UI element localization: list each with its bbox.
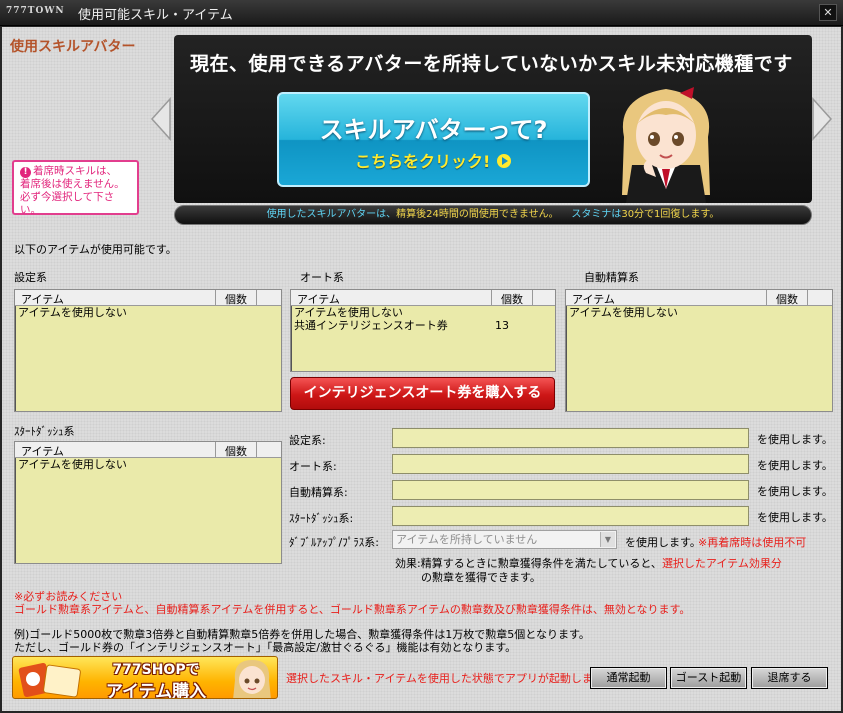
double-up-label: ﾀﾞﾌﾞﾙｱｯﾌﾟ/ﾌﾟﾗｽ系:	[289, 536, 379, 549]
settei-group-label: 設定系	[14, 271, 47, 284]
close-button[interactable]: ✕	[819, 4, 837, 21]
play-icon	[496, 154, 511, 168]
click-here-label: こちらをクリック!	[355, 152, 491, 171]
dash-selected-field[interactable]	[392, 506, 749, 526]
settei-selected-field[interactable]	[392, 428, 749, 448]
app-logo: 777TOWN	[6, 6, 65, 16]
item-count: 13	[495, 319, 509, 332]
list-item[interactable]: 共通インテリジェンスオート券 13	[291, 319, 555, 332]
list-item[interactable]: アイテムを使用しない	[15, 306, 281, 319]
item-name: アイテムを使用しない	[18, 306, 127, 319]
launch-message: 選択したスキル・アイテムを使用した状態でアプリが起動します。	[286, 672, 614, 685]
dash-field-suffix: を使用します。	[757, 511, 833, 524]
list-header: アイテム 個数	[566, 290, 832, 306]
double-up-selected-value: アイテムを所持していません	[396, 533, 538, 546]
window-title: 使用可能スキル・アイテム	[78, 8, 233, 23]
jido-item-list[interactable]: アイテム 個数 アイテムを使用しない	[565, 289, 833, 412]
settei-field-label: 設定系:	[289, 434, 326, 447]
no-avatar-message: 現在、使用できるアバターを所持していないかスキル未対応機種です	[190, 53, 793, 75]
read-notice-body: ゴールド勲章系アイテムと、自動精算系アイテムを併用すると、ゴールド勲章系アイテム…	[14, 603, 691, 616]
normal-launch-button[interactable]: 通常起動	[590, 667, 667, 689]
column-item-header: アイテム	[572, 293, 615, 306]
mascot-avatar-image	[622, 87, 710, 203]
usable-items-title: 以下のアイテムが使用可能です。	[14, 243, 177, 256]
info-text-2: 精算後24時間の間使用できません。	[396, 209, 559, 220]
item-name: アイテムを使用しない	[18, 458, 127, 471]
dash-field-label: ｽﾀｰﾄﾀﾞｯｼｭ系:	[289, 512, 354, 525]
list-header: アイテム 個数	[15, 290, 281, 306]
settei-field-suffix: を使用します。	[757, 433, 833, 446]
list-item[interactable]: アイテムを使用しない	[566, 306, 832, 319]
avatar-banner: 現在、使用できるアバターを所持していないかスキル未対応機種です スキルアバターっ…	[174, 35, 812, 203]
double-up-select[interactable]: アイテムを所持していません ▼	[392, 530, 617, 549]
column-count-header: 個数	[225, 445, 247, 458]
double-up-suffix: を使用します。	[625, 536, 701, 549]
settei-item-list[interactable]: アイテム 個数 アイテムを使用しない	[14, 289, 282, 412]
jido-field-label: 自動精算系:	[289, 486, 348, 499]
chevron-down-icon[interactable]: ▼	[600, 532, 615, 547]
info-text-1: 使用したスキルアバターは、	[266, 209, 397, 220]
next-avatar-arrow-icon[interactable]	[811, 97, 833, 141]
close-icon: ✕	[823, 6, 833, 19]
shop-bag-icon	[18, 662, 81, 698]
column-count-header: 個数	[225, 293, 247, 306]
info-text-3: スタミナは	[571, 209, 622, 220]
auto-group-label: オート系	[300, 271, 344, 284]
shop-banner-line1: 777SHOPで	[112, 662, 200, 678]
column-item-header: アイテム	[21, 445, 64, 458]
item-name: アイテムを使用しない	[569, 306, 678, 319]
list-header: アイテム 個数	[291, 290, 555, 306]
shop-banner-line2: アイテム購入	[105, 682, 207, 699]
jido-selected-field[interactable]	[392, 480, 749, 500]
dash-item-list[interactable]: アイテム 個数 アイテムを使用しない	[14, 441, 282, 564]
effect-highlight: 選択したアイテム効果分	[661, 557, 782, 570]
auto-field-suffix: を使用します。	[757, 459, 833, 472]
ghost-launch-button[interactable]: ゴースト起動	[670, 667, 747, 689]
jido-field-suffix: を使用します。	[757, 485, 833, 498]
info-text-4: 30分で1回復します。	[621, 209, 720, 220]
jido-group-label: 自動精算系	[584, 271, 639, 284]
exclamation-icon: !	[20, 167, 31, 178]
app-window: 777TOWN 使用可能スキル・アイテム ✕ 使用スキルアバター ! 着席時スキル…	[0, 0, 843, 713]
title-bar: 777TOWN 使用可能スキル・アイテム ✕	[0, 0, 843, 26]
previous-avatar-arrow-icon[interactable]	[150, 97, 172, 141]
column-count-header: 個数	[776, 293, 798, 306]
buy-intelligence-auto-button[interactable]: インテリジェンスオート券を購入する	[290, 377, 555, 410]
auto-field-label: オート系:	[289, 460, 337, 473]
note-line-2: 着席後は使えません。	[20, 178, 125, 190]
auto-selected-field[interactable]	[392, 454, 749, 474]
auto-item-list[interactable]: アイテム 個数 アイテムを使用しない 共通インテリジェンスオート券 13	[290, 289, 556, 372]
note-line-3: 必ず今選択して下さい。	[20, 191, 115, 216]
dash-group-label: ｽﾀｰﾄﾀﾞｯｼｭ系	[14, 425, 75, 438]
item-name: アイテムを使用しない	[294, 306, 403, 319]
column-item-header: アイテム	[297, 293, 340, 306]
shop-banner-button[interactable]: 777SHOPで アイテム購入	[12, 656, 278, 699]
note-line-1: 着席時スキルは、	[33, 165, 117, 177]
avatar-info-strip: 使用したスキルアバターは、精算後24時間の間使用できません。 スタミナは30分で…	[174, 205, 812, 225]
column-item-header: アイテム	[21, 293, 64, 306]
avatar-section-heading: 使用スキルアバター	[10, 39, 136, 55]
column-count-header: 個数	[501, 293, 523, 306]
leave-seat-button[interactable]: 退席する	[751, 667, 828, 689]
shop-mascot-image	[233, 660, 271, 698]
list-item[interactable]: アイテムを使用しない	[291, 306, 555, 319]
skill-button-subtitle: こちらをクリック!	[279, 148, 588, 172]
double-up-warning: ※再着席時は使用不可	[698, 536, 807, 549]
dialog-content: 使用スキルアバター ! 着席時スキルは、 着席後は使えません。 必ず今選択して下さ…	[2, 27, 841, 711]
list-header: アイテム 個数	[15, 442, 281, 458]
effect-description-2: の勲章を獲得できます。	[421, 571, 541, 584]
item-name: 共通インテリジェンスオート券	[294, 319, 448, 332]
seated-skill-note: ! 着席時スキルは、 着席後は使えません。 必ず今選択して下さい。	[12, 160, 139, 216]
skill-button-title: スキルアバターって?	[319, 116, 548, 144]
skill-avatar-info-button[interactable]: スキルアバターって? こちらをクリック!	[277, 92, 590, 187]
list-item[interactable]: アイテムを使用しない	[15, 458, 281, 471]
example-notice-2: ただし、ゴールド券の「インテリジェンスオート」「最高設定/激甘ぐるぐる」機能は有…	[14, 641, 517, 654]
